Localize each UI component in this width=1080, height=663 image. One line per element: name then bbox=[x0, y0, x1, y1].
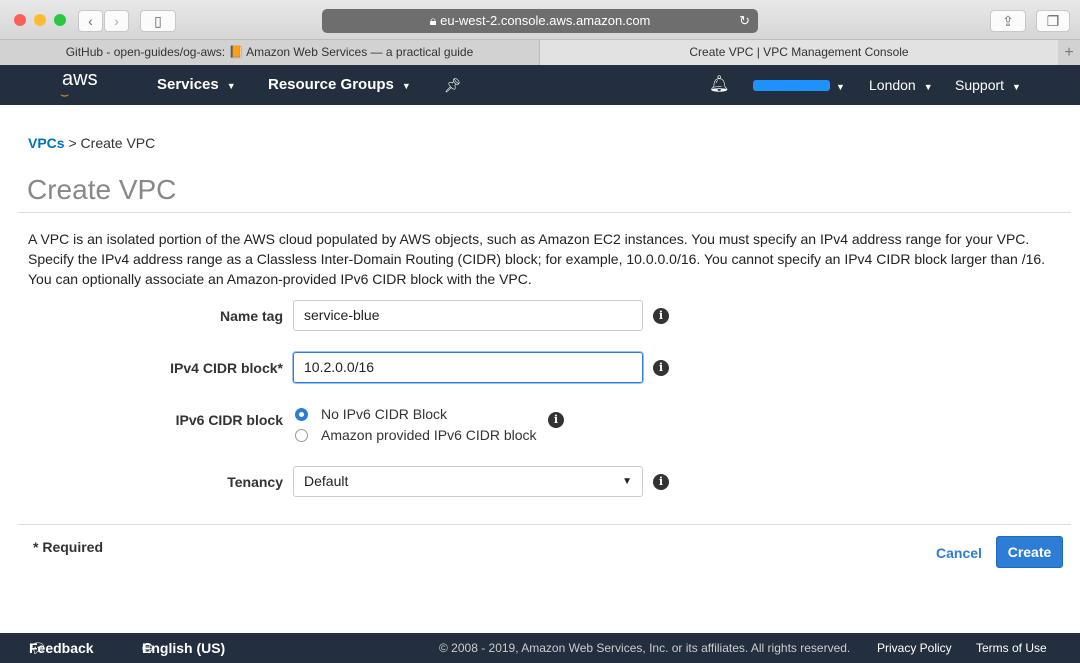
tab-bar: GitHub - open-guides/og-aws: 📙 Amazon We… bbox=[0, 40, 1080, 65]
required-note: * Required bbox=[33, 539, 104, 555]
close-window-button[interactable] bbox=[14, 14, 26, 26]
reload-icon[interactable]: ↻ bbox=[739, 9, 750, 33]
back-button[interactable]: ‹ bbox=[78, 10, 103, 32]
ipv4-cidr-input[interactable]: 10.2.0.0/16 bbox=[293, 352, 643, 383]
address-bar[interactable]: 🔒︎ eu-west-2.console.aws.amazon.com ↻ bbox=[322, 9, 758, 33]
tenancy-label: Tenancy bbox=[227, 474, 283, 490]
region-menu[interactable]: London ▼ bbox=[869, 65, 933, 107]
divider bbox=[18, 524, 1071, 525]
amazon-ipv6-label[interactable]: Amazon provided IPv6 CIDR block bbox=[321, 427, 537, 443]
divider bbox=[18, 212, 1071, 213]
terms-of-use-link[interactable]: Terms of Use bbox=[976, 633, 1047, 663]
browser-toolbar: ‹ › ▯ 🔒︎ eu-west-2.console.aws.amazon.co… bbox=[0, 0, 1080, 40]
chevron-down-icon: ▼ bbox=[622, 476, 632, 487]
aws-smile-icon: ⌣ bbox=[60, 86, 70, 102]
resource-groups-menu[interactable]: Resource Groups ▼ bbox=[268, 65, 411, 106]
minimize-window-button[interactable] bbox=[34, 14, 46, 26]
info-icon[interactable]: i bbox=[653, 360, 669, 376]
share-icon[interactable]: ⇪ bbox=[990, 10, 1026, 32]
language-selector[interactable]: 🌐︎ English (US) bbox=[142, 633, 225, 663]
bell-icon[interactable]: 🔔︎ bbox=[709, 65, 729, 105]
speech-bubble-icon: 💬︎ bbox=[29, 640, 47, 656]
info-icon[interactable]: i bbox=[653, 308, 669, 324]
breadcrumb-current: Create VPC bbox=[80, 135, 156, 151]
breadcrumb: VPCs > Create VPC bbox=[28, 135, 156, 151]
feedback-link[interactable]: 💬︎ Feedback bbox=[29, 633, 94, 663]
info-icon[interactable]: i bbox=[548, 412, 564, 428]
tabs-overview-icon[interactable]: ❐ bbox=[1036, 10, 1070, 32]
page-description: A VPC is an isolated portion of the AWS … bbox=[28, 231, 1046, 287]
footer: 💬︎ Feedback 🌐︎ English (US) © 2008 - 201… bbox=[0, 633, 1080, 663]
copyright: © 2008 - 2019, Amazon Web Services, Inc.… bbox=[439, 641, 851, 655]
new-tab-button[interactable]: + bbox=[1058, 40, 1080, 65]
cancel-button[interactable]: Cancel bbox=[936, 545, 982, 561]
breadcrumb-vpcs[interactable]: VPCs bbox=[28, 135, 65, 151]
services-menu[interactable]: Services ▼ bbox=[157, 65, 236, 106]
pin-icon[interactable]: 📌︎ bbox=[444, 65, 462, 105]
amazon-ipv6-radio[interactable] bbox=[295, 429, 308, 442]
forward-button[interactable]: › bbox=[104, 10, 129, 32]
ipv6-cidr-label: IPv6 CIDR block bbox=[175, 412, 283, 428]
account-menu[interactable] bbox=[753, 80, 830, 91]
ipv4-cidr-label: IPv4 CIDR block* bbox=[170, 360, 283, 376]
tenancy-select[interactable]: Default ▼ bbox=[293, 466, 643, 497]
name-tag-label: Name tag bbox=[219, 308, 283, 324]
lock-icon: 🔒︎ bbox=[429, 13, 441, 28]
name-tag-input[interactable]: service-blue bbox=[293, 300, 643, 331]
info-icon[interactable]: i bbox=[653, 474, 669, 490]
no-ipv6-radio[interactable] bbox=[295, 408, 308, 421]
maximize-window-button[interactable] bbox=[54, 14, 66, 26]
create-button[interactable]: Create bbox=[996, 536, 1063, 568]
page-title: Create VPC bbox=[27, 174, 177, 205]
globe-icon: 🌐︎ bbox=[142, 640, 154, 656]
privacy-policy-link[interactable]: Privacy Policy bbox=[877, 633, 952, 663]
no-ipv6-label[interactable]: No IPv6 CIDR Block bbox=[321, 406, 447, 422]
tab-create-vpc[interactable]: Create VPC | VPC Management Console bbox=[540, 40, 1058, 65]
account-chevron-icon: ▼ bbox=[836, 82, 845, 92]
support-menu[interactable]: Support ▼ bbox=[955, 65, 1021, 107]
aws-navbar: aws ⌣ Services ▼ Resource Groups ▼ 📌︎ 🔔︎ ▼… bbox=[0, 65, 1080, 105]
sidebar-toggle-icon[interactable]: ▯ bbox=[140, 10, 176, 32]
